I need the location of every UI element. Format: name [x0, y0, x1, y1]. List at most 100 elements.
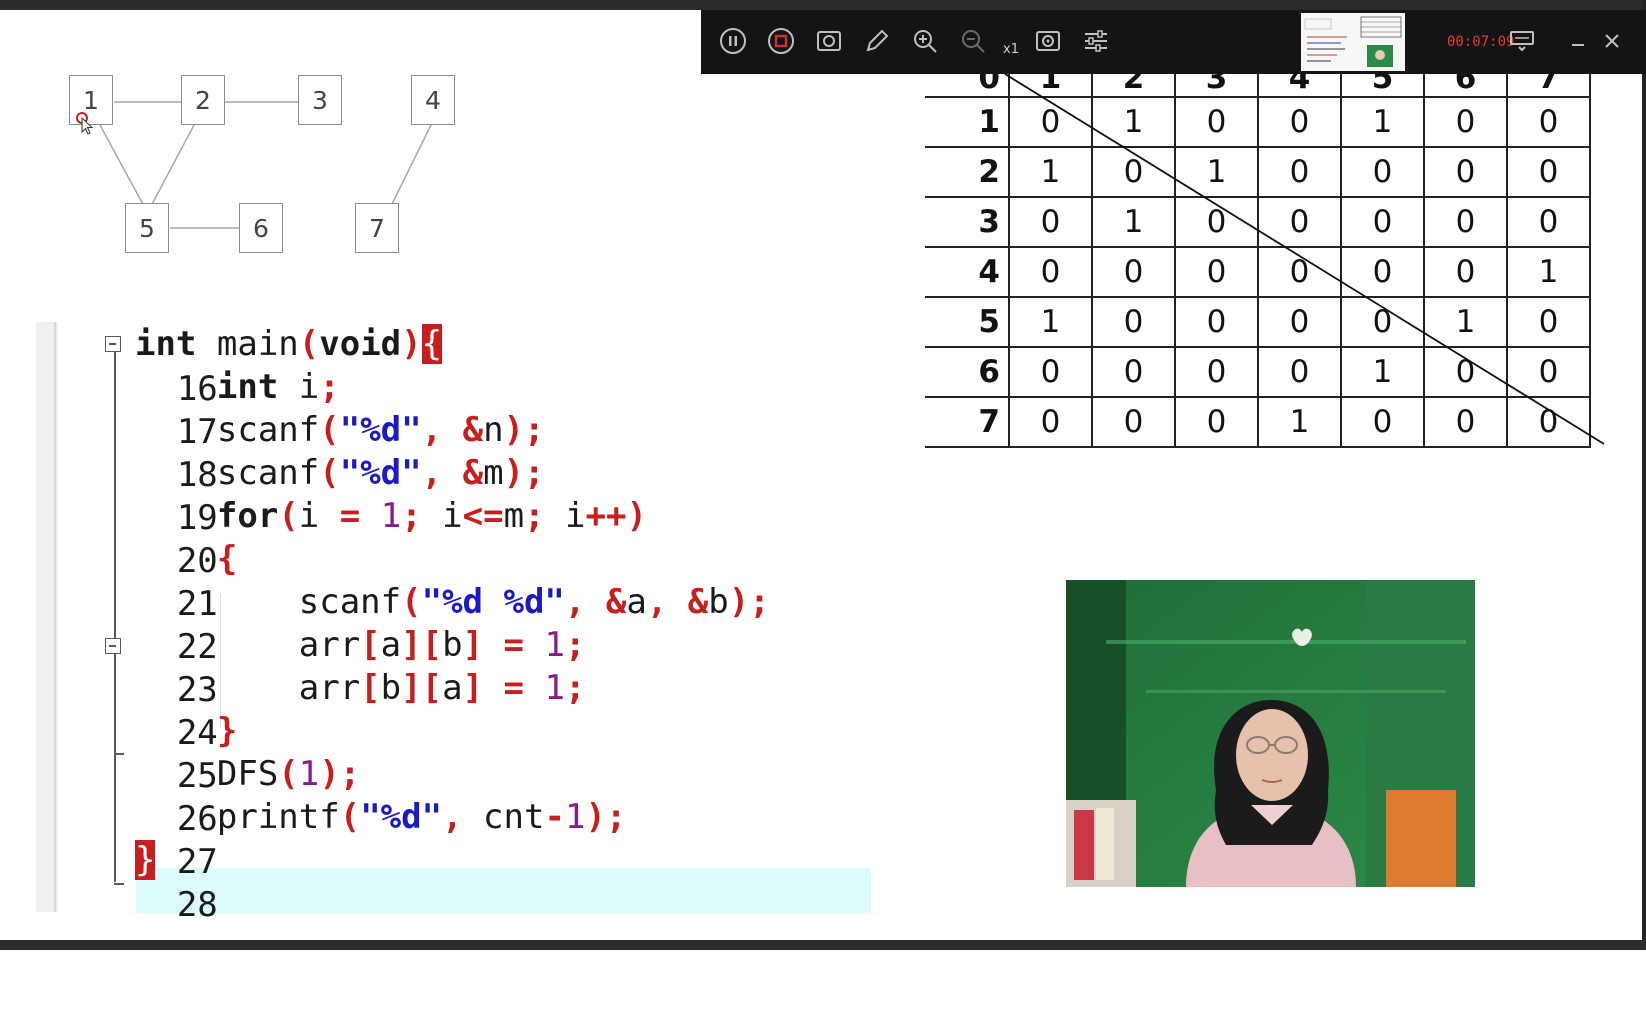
matrix-row-label: 7: [925, 396, 1010, 448]
matrix-cell: 0: [1506, 196, 1591, 248]
code-line-19: 19 scanf("%d", &m);: [54, 451, 854, 538]
code-line-20: 20 for(i = 1; i<=m; i++): [54, 494, 854, 581]
code-line-18: 18 scanf("%d", &n);: [54, 408, 854, 495]
matrix-cell: 0: [1340, 246, 1425, 298]
matrix-row-2: 2 1 0 1 0 0 0 0: [925, 146, 1591, 198]
matrix-cell: 1: [1174, 146, 1259, 198]
matrix-row-label: 1: [925, 96, 1010, 148]
matrix-cell: 1: [1506, 246, 1591, 298]
matrix-cell: 0: [1008, 246, 1093, 298]
matrix-cell: 0: [1091, 346, 1176, 398]
top-bar: [0, 0, 1646, 10]
matrix-cell: 1: [1091, 96, 1176, 148]
webcam-video: [1066, 580, 1475, 887]
zoom-out-icon[interactable]: [958, 26, 988, 56]
code-text: arr[a][b] = 1;: [135, 625, 586, 665]
screenshot-icon[interactable]: [1033, 26, 1063, 56]
matrix-cell: 1: [1423, 296, 1508, 348]
matrix-cell: 0: [1174, 396, 1259, 448]
recorder-toolbar: x1 00:07:09: [701, 10, 1646, 74]
matrix-row-label: 2: [925, 146, 1010, 198]
matrix-row-4: 4 0 0 0 0 0 0 1: [925, 246, 1591, 298]
matrix-cell: 0: [1174, 296, 1259, 348]
matrix-row-6: 6 0 0 0 0 1 0 0: [925, 346, 1591, 398]
matrix-cell: 0: [1423, 196, 1508, 248]
code-line-27: 27 printf("%d", cnt-1);: [54, 795, 854, 882]
code-line-23: 23 arr[a][b] = 1;: [54, 623, 854, 710]
matrix-cell: 0: [1257, 246, 1342, 298]
matrix-cell: 0: [1423, 346, 1508, 398]
pen-icon[interactable]: [862, 26, 892, 56]
display-icon[interactable]: [1507, 26, 1537, 56]
recording-timer: 00:07:09: [1447, 34, 1515, 50]
graph-node-7: 7: [355, 203, 399, 253]
matrix-cell: 1: [1008, 146, 1093, 198]
graph-node-4: 4: [411, 75, 455, 125]
stop-icon[interactable]: [766, 26, 796, 56]
matrix-row-7: 7 0 0 0 1 0 0 0: [925, 396, 1591, 448]
graph-diagram: 1 2 3 4 5 6 7: [60, 60, 480, 270]
matrix-cell: 0: [1091, 146, 1176, 198]
matrix-cell: 0: [1340, 196, 1425, 248]
matrix-cell: 0: [1340, 396, 1425, 448]
matrix-cell: 1: [1340, 96, 1425, 148]
matrix-cell: 1: [1257, 396, 1342, 448]
code-text: printf("%d", cnt-1);: [135, 797, 627, 837]
code-line-22: 22 scanf("%d %d", &a, &b);: [54, 580, 854, 667]
matrix-row-3: 3 0 1 0 0 0 0 0: [925, 196, 1591, 248]
matrix-cell: 0: [1340, 296, 1425, 348]
matrix-cell: 0: [1506, 146, 1591, 198]
matrix-cell: 0: [1257, 96, 1342, 148]
code-text: DFS(1);: [135, 754, 361, 794]
matrix-row-5: 5 1 0 0 0 0 1 0: [925, 296, 1591, 348]
code-line-25: 25 }: [54, 709, 854, 796]
matrix-cell: 0: [1506, 296, 1591, 348]
matrix-cell: 0: [1423, 146, 1508, 198]
screen-preview-thumbnail[interactable]: [1301, 13, 1405, 71]
minimize-icon[interactable]: [1563, 26, 1593, 56]
code-line-26: 26 DFS(1);: [54, 752, 854, 839]
matrix-row-label: 5: [925, 296, 1010, 348]
matrix-row-label: 4: [925, 246, 1010, 298]
code-text: {: [216, 539, 238, 579]
matrix-cell: 0: [1257, 196, 1342, 248]
settings-icon[interactable]: [1081, 26, 1111, 56]
pause-icon[interactable]: [718, 26, 748, 56]
matrix-cell: 1: [1340, 346, 1425, 398]
matrix-cell: 0: [1257, 146, 1342, 198]
line-number: 28: [176, 885, 218, 925]
graph-node-3: 3: [298, 75, 342, 125]
matrix-cell: 0: [1091, 246, 1176, 298]
code-text: scanf("%d", &m);: [135, 453, 545, 493]
code-text: }: [216, 711, 238, 751]
matrix-cell: 0: [1340, 146, 1425, 198]
matrix-cell: 0: [1091, 296, 1176, 348]
zoom-in-icon[interactable]: [910, 26, 940, 56]
matrix-cell: 0: [1257, 346, 1342, 398]
code-text: scanf("%d", &n);: [135, 410, 545, 450]
code-text: arr[b][a] = 1;: [135, 668, 586, 708]
matrix-cell: 0: [1174, 196, 1259, 248]
graph-node-5: 5: [125, 203, 169, 253]
code-line-17: 17 int i;: [54, 365, 854, 452]
edge-2-5: [149, 124, 195, 209]
edge-1-5: [99, 124, 146, 209]
matrix-cell: 0: [1091, 396, 1176, 448]
close-icon[interactable]: [1597, 26, 1627, 56]
camera-icon[interactable]: [814, 26, 844, 56]
code-text: for(i = 1; i<=m; i++): [216, 496, 647, 536]
code-editor[interactable]: 16 int main(void){ 17 int i; 18 scanf("%…: [36, 322, 871, 925]
code-text: int main(void){: [135, 324, 443, 364]
code-line-24: 24 arr[b][a] = 1;: [54, 666, 854, 753]
matrix-cell: 0: [1506, 396, 1591, 448]
graph-node-6: 6: [239, 203, 283, 253]
matrix-cell: 0: [1174, 246, 1259, 298]
matrix-cell: 0: [1423, 396, 1508, 448]
matrix-cell: 0: [1008, 396, 1093, 448]
matrix-cell: 1: [1008, 296, 1093, 348]
presenter-video-frame: [1066, 580, 1475, 887]
matrix-table: 0 1 2 3 4 5 6 7 1 0 1 0 0 1 0 0 2 1 0 1 …: [925, 60, 1591, 448]
matrix-row-1: 1 0 1 0 0 1 0 0: [925, 96, 1591, 148]
bottom-bar: [0, 940, 1646, 950]
adjacency-matrix: 0 1 2 3 4 5 6 7 1 0 1 0 0 1 0 0 2 1 0 1 …: [925, 60, 1605, 448]
